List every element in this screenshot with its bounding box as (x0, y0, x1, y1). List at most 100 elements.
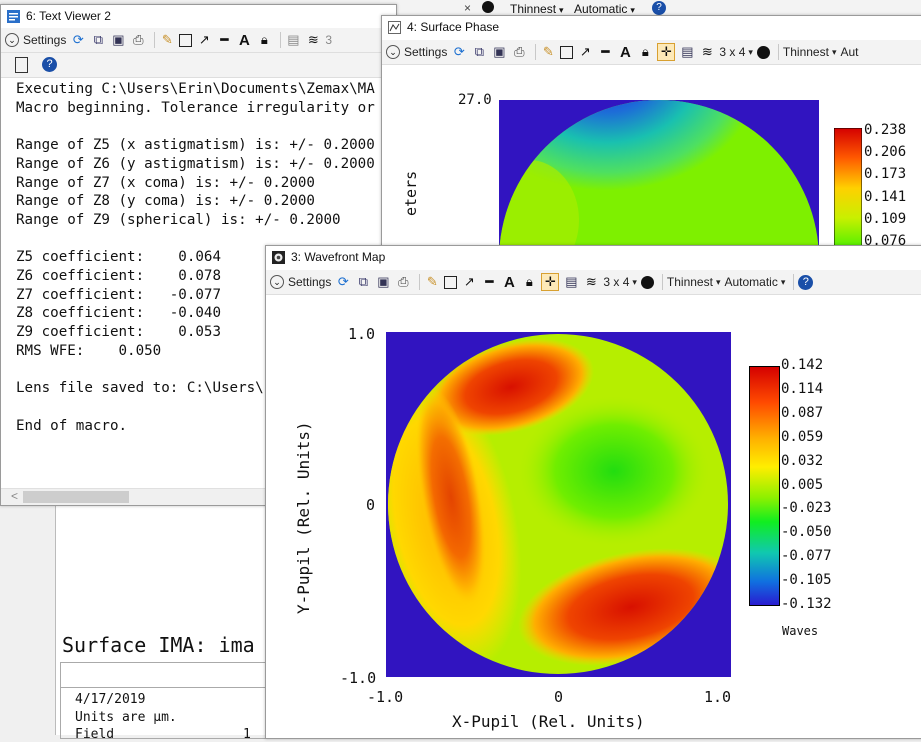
surface-phase-icon (388, 20, 401, 34)
text-line: RMS WFE: 0.050 (16, 342, 162, 359)
colorbar-tick-label: 0.141 (864, 188, 907, 205)
dash-icon[interactable]: ━ (481, 274, 497, 290)
y-axis-label: eters (402, 170, 420, 216)
line-arrow-icon[interactable]: ↗ (577, 44, 593, 60)
thinnest-dropdown[interactable]: Thinnest (667, 273, 721, 291)
report-date: 4/17/2019 (75, 692, 146, 707)
text-viewer-title: 6: Text Viewer 2 (26, 9, 111, 23)
settings-chevron-icon[interactable]: ⌄ (386, 45, 400, 59)
colorbar-tick-label: 0.206 (864, 144, 907, 161)
scroll-thumb[interactable] (23, 491, 129, 503)
print-icon[interactable]: ⎙ (395, 274, 411, 290)
settings-chevron-icon[interactable]: ⌄ (270, 275, 284, 289)
surface-phase-titlebar[interactable]: 4: Surface Phase (382, 16, 921, 38)
save-icon[interactable]: ▣ (375, 274, 391, 290)
refresh-dark-icon[interactable] (756, 45, 770, 59)
window-icon[interactable]: ▤ (285, 32, 301, 48)
pencil-icon[interactable]: ✎ (159, 32, 175, 48)
colorbar-tick-label: -0.105 (781, 572, 832, 589)
lock-icon[interactable]: 🔒︎ (521, 274, 537, 290)
settings-button[interactable]: Settings (404, 43, 447, 61)
colorbar-tick-label: 0.059 (781, 428, 824, 445)
colorbar-tick-label: -0.023 (781, 500, 832, 517)
thinnest-dropdown-top[interactable]: Thinnest (510, 2, 564, 16)
crosshair-icon[interactable]: ✛ (657, 43, 676, 61)
refresh-icon[interactable]: ⟳ (70, 32, 86, 48)
text-line: Z7 coefficient: -0.077 (16, 286, 221, 303)
text-viewer-titlebar[interactable]: 6: Text Viewer 2 (1, 5, 396, 27)
close-icon[interactable]: × (464, 1, 471, 15)
layers-icon[interactable]: ≋ (583, 274, 599, 290)
x-tick-right: 1.0 (704, 688, 732, 706)
copy-icon[interactable]: ⧉ (90, 32, 106, 48)
y-tick-bottom: -1.0 (340, 669, 377, 687)
wavefront-plot: 1.0 0 -1.0 -1.0 0 1.0 X-Pupil (Rel. Unit… (266, 296, 921, 738)
text-tool-icon[interactable]: A (501, 274, 517, 291)
layout-dropdown[interactable]: 3 x 4 (719, 43, 753, 61)
text-viewer-toolbar-row2: ? (1, 53, 396, 78)
wavefront-colorbar (749, 366, 780, 606)
copy-icon[interactable]: ⧉ (355, 274, 371, 290)
wavefront-toolbar: ⌄ Settings ⟳ ⧉ ▣ ⎙ ✎ ↗ ━ A 🔒︎ ✛ ▤ ≋ 3 x … (266, 270, 921, 295)
line-arrow-icon[interactable]: ↗ (461, 274, 477, 290)
automatic-dropdown[interactable]: Automatic (724, 273, 785, 291)
dash-icon[interactable]: ━ (216, 32, 232, 48)
colorbar-tick-label: 0.032 (781, 452, 824, 469)
crosshair-icon[interactable]: ✛ (541, 273, 560, 291)
wavefront-title: 3: Wavefront Map (291, 250, 386, 264)
settings-button[interactable]: Settings (23, 31, 66, 49)
lock-icon[interactable]: 🔒︎ (256, 32, 272, 48)
text-line: Z8 coefficient: -0.040 (16, 305, 221, 322)
dash-icon[interactable]: ━ (597, 44, 613, 60)
colorbar-tick-label: -0.077 (781, 548, 832, 565)
text-tool-icon[interactable]: A (236, 32, 252, 49)
colorbar-tick-label: 0.087 (781, 404, 824, 421)
save-icon[interactable]: ▣ (110, 32, 126, 48)
wavefront-titlebar[interactable]: 3: Wavefront Map (266, 246, 921, 268)
print-icon[interactable]: ⎙ (130, 32, 146, 48)
text-viewer-toolbar: ⌄ Settings ⟳ ⧉ ▣ ⎙ ✎ ↗ ━ A 🔒︎ ▤ ≋ 3 (1, 28, 396, 53)
help-icon[interactable]: ? (798, 274, 814, 290)
rectangle-icon[interactable] (560, 45, 574, 59)
rectangle-icon[interactable] (444, 275, 458, 289)
refresh-icon[interactable]: ⟳ (451, 44, 467, 60)
copy-icon[interactable]: ⧉ (471, 44, 487, 60)
window-icon[interactable]: ▤ (563, 274, 579, 290)
y-tick-mid: 0 (366, 496, 376, 514)
refresh-icon[interactable] (482, 1, 494, 13)
y-axis-label: Y-Pupil (Rel. Units) (294, 421, 313, 614)
settings-chevron-icon[interactable]: ⌄ (5, 33, 19, 47)
help-icon[interactable]: ? (42, 57, 57, 72)
save-icon[interactable]: ▣ (491, 44, 507, 60)
background-report: Surface IMA: ima 4/17/2019 Units are µm.… (55, 505, 291, 742)
automatic-dropdown[interactable]: Aut (840, 43, 858, 61)
layers-icon[interactable]: ≋ (305, 32, 321, 48)
text-tool-icon[interactable]: A (617, 44, 633, 61)
surface-phase-colorbar (834, 128, 862, 248)
pencil-icon[interactable]: ✎ (424, 274, 440, 290)
refresh-dark-icon[interactable] (640, 275, 654, 289)
layers-icon[interactable]: ≋ (699, 44, 715, 60)
colorbar-tick-label: -0.132 (781, 596, 832, 612)
surface-phase-map (499, 100, 819, 260)
window-icon[interactable]: ▤ (679, 44, 695, 60)
automatic-dropdown-top[interactable]: Automatic (574, 2, 635, 16)
line-arrow-icon[interactable]: ↗ (196, 32, 212, 48)
text-line: End of macro. (16, 417, 128, 434)
y-tick-top: 1.0 (348, 325, 376, 343)
wavefront-icon (272, 250, 285, 264)
pencil-icon[interactable]: ✎ (540, 44, 556, 60)
layout-dropdown[interactable]: 3 (325, 31, 332, 49)
scroll-left-arrow[interactable]: < (11, 489, 18, 503)
refresh-icon[interactable]: ⟳ (335, 274, 351, 290)
print-icon[interactable]: ⎙ (511, 44, 527, 60)
help-icon[interactable]: ? (652, 1, 666, 15)
settings-button[interactable]: Settings (288, 273, 331, 291)
lock-icon[interactable]: 🔒︎ (637, 44, 653, 60)
thinnest-dropdown[interactable]: Thinnest (783, 43, 837, 61)
pin-icon[interactable] (15, 57, 28, 73)
rectangle-icon[interactable] (179, 33, 193, 47)
layout-dropdown[interactable]: 3 x 4 (603, 273, 637, 291)
wavefront-map (386, 332, 731, 677)
colorbar-tick-label: 0.114 (781, 380, 824, 397)
